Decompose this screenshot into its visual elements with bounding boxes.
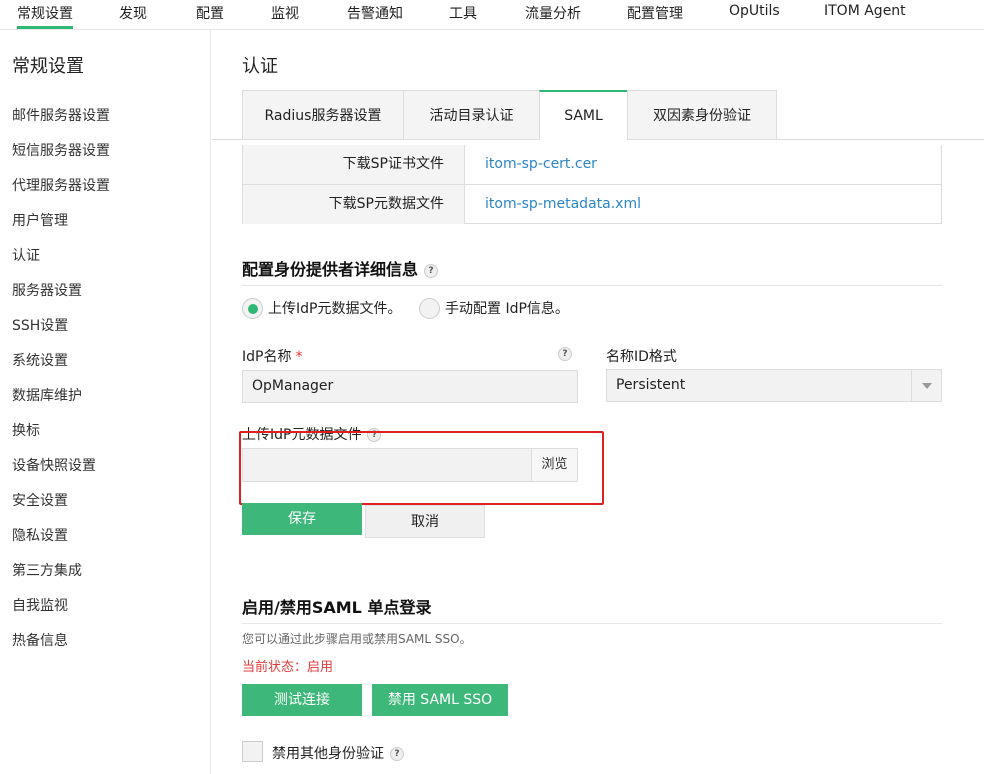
- cancel-button[interactable]: 取消: [365, 505, 485, 538]
- required-mark: *: [295, 349, 303, 365]
- sidebar-item-database-maintenance[interactable]: 数据库维护: [12, 385, 82, 405]
- sidebar: 常规设置 邮件服务器设置 短信服务器设置 代理服务器设置 用户管理 认证 服务器…: [0, 30, 211, 774]
- sp-download-table: 下载SP证书文件 itom-sp-cert.cer 下载SP元数据文件 itom…: [242, 145, 942, 224]
- nav-config[interactable]: 配置: [196, 3, 224, 23]
- nav-config-management[interactable]: 配置管理: [627, 3, 683, 23]
- test-connection-button[interactable]: 测试连接: [242, 684, 362, 716]
- disable-other-auth-label: 禁用其他身份验证?: [272, 743, 404, 763]
- nav-oputils[interactable]: OpUtils: [729, 3, 780, 19]
- sp-metadata-link[interactable]: itom-sp-metadata.xml: [485, 185, 641, 224]
- nav-discovery[interactable]: 发现: [119, 3, 147, 23]
- disable-other-auth-checkbox[interactable]: [242, 741, 263, 762]
- radio-checked-icon[interactable]: [242, 297, 263, 319]
- sidebar-title: 常规设置: [12, 56, 84, 77]
- sidebar-item-third-party[interactable]: 第三方集成: [12, 560, 82, 580]
- sidebar-item-user-management[interactable]: 用户管理: [12, 210, 68, 230]
- radio-manual-label: 手动配置 IdP信息。: [445, 301, 569, 317]
- name-id-format-value: Persistent: [616, 377, 686, 393]
- idp-name-label: IdP名称 *: [242, 346, 302, 366]
- radio-upload-metadata[interactable]: 上传IdP元数据文件。: [242, 297, 401, 319]
- tab-saml[interactable]: SAML: [539, 90, 628, 140]
- tab-active-directory[interactable]: 活动目录认证: [403, 90, 540, 140]
- help-icon[interactable]: ?: [424, 263, 439, 278]
- sidebar-item-failover-info[interactable]: 热备信息: [12, 630, 68, 650]
- sidebar-item-rebranding[interactable]: 换标: [12, 420, 40, 440]
- idp-name-label-text: IdP名称: [242, 349, 292, 365]
- sidebar-item-sms-server[interactable]: 短信服务器设置: [12, 140, 110, 160]
- sidebar-item-self-monitoring[interactable]: 自我监视: [12, 595, 68, 615]
- idp-section-title: 配置身份提供者详细信息?: [242, 256, 439, 280]
- page-title: 认证: [242, 56, 278, 77]
- idp-name-input[interactable]: OpManager: [242, 370, 578, 403]
- sidebar-item-server-settings[interactable]: 服务器设置: [12, 280, 82, 300]
- radio-unchecked-icon[interactable]: [419, 297, 440, 319]
- main-content: 认证 Radius服务器设置 活动目录认证 SAML 双因素身份验证 下载SP证…: [212, 30, 984, 774]
- sidebar-item-mail-server[interactable]: 邮件服务器设置: [12, 105, 110, 125]
- nav-alerts[interactable]: 告警通知: [347, 3, 403, 23]
- name-id-format-select[interactable]: Persistent: [606, 369, 942, 402]
- nav-traffic-analysis[interactable]: 流量分析: [525, 3, 581, 23]
- sidebar-item-privacy-settings[interactable]: 隐私设置: [12, 525, 68, 545]
- top-nav: 常规设置 发现 配置 监视 告警通知 工具 流量分析 配置管理 OpUtils …: [0, 0, 984, 30]
- sp-cert-label: 下载SP证书文件: [243, 145, 465, 184]
- sp-cert-link[interactable]: itom-sp-cert.cer: [485, 145, 597, 184]
- nav-tools[interactable]: 工具: [449, 3, 477, 23]
- tab-two-factor[interactable]: 双因素身份验证: [627, 90, 777, 140]
- radio-upload-label: 上传IdP元数据文件。: [268, 301, 402, 317]
- sidebar-item-security-settings[interactable]: 安全设置: [12, 490, 68, 510]
- disable-saml-sso-button[interactable]: 禁用 SAML SSO: [372, 684, 508, 716]
- sso-section-title: 启用/禁用SAML 单点登录: [242, 598, 432, 617]
- chevron-down-icon[interactable]: [911, 370, 941, 401]
- table-row: 下载SP元数据文件 itom-sp-metadata.xml: [243, 184, 941, 224]
- sidebar-item-proxy-server[interactable]: 代理服务器设置: [12, 175, 110, 195]
- sidebar-item-ssh-settings[interactable]: SSH设置: [12, 315, 68, 335]
- highlight-box: [239, 431, 604, 505]
- sso-description: 您可以通过此步骤启用或禁用SAML SSO。: [242, 632, 472, 646]
- save-button[interactable]: 保存: [242, 503, 362, 535]
- tab-radius[interactable]: Radius服务器设置: [242, 90, 404, 140]
- sidebar-item-device-snapshot[interactable]: 设备快照设置: [12, 455, 96, 475]
- nav-general-settings[interactable]: 常规设置: [17, 3, 73, 29]
- nav-monitor[interactable]: 监视: [271, 3, 299, 23]
- section-divider: [242, 285, 942, 286]
- sso-status: 当前状态：启用: [242, 660, 334, 675]
- section-divider: [242, 623, 942, 624]
- nav-itom-agent[interactable]: ITOM Agent: [824, 3, 906, 19]
- sp-metadata-label: 下载SP元数据文件: [243, 185, 465, 224]
- sidebar-item-system-settings[interactable]: 系统设置: [12, 350, 68, 370]
- radio-manual-config[interactable]: 手动配置 IdP信息。: [419, 297, 569, 319]
- sidebar-item-authentication[interactable]: 认证: [12, 245, 40, 265]
- idp-section-title-text: 配置身份提供者详细信息: [242, 260, 419, 279]
- help-icon[interactable]: ?: [558, 347, 572, 361]
- help-icon[interactable]: ?: [390, 747, 404, 761]
- name-id-format-label: 名称ID格式: [606, 349, 677, 365]
- disable-other-auth-text: 禁用其他身份验证: [272, 746, 384, 762]
- table-row: 下载SP证书文件 itom-sp-cert.cer: [243, 145, 941, 184]
